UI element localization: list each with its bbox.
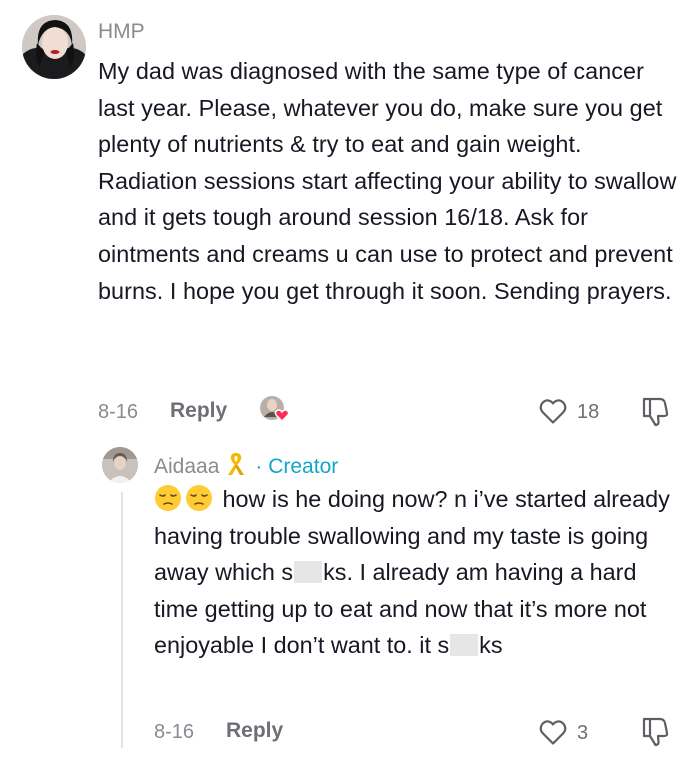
dislike-icon[interactable]: [640, 396, 670, 428]
creator-liked-badge: [258, 393, 292, 427]
like-button[interactable]: [538, 397, 568, 430]
pensive-face-emoji: [185, 484, 213, 512]
reply-avatar[interactable]: [102, 447, 138, 483]
reply-like-button[interactable]: [538, 718, 568, 751]
reply-button[interactable]: Reply: [170, 399, 227, 423]
comment-date: 8-16: [98, 401, 139, 423]
ribbon-icon: [225, 451, 247, 483]
dislike-button[interactable]: [640, 396, 670, 433]
reply-text-part3: ks: [479, 632, 503, 659]
comment-text: My dad was diagnosed with the same type …: [98, 58, 677, 304]
like-count: 18: [577, 401, 600, 423]
reply-like-count: 3: [577, 722, 589, 744]
dislike-icon[interactable]: [640, 716, 670, 748]
creator-label: · Creator: [255, 455, 339, 478]
censor-block: [294, 561, 323, 584]
pensive-face-emoji: [154, 484, 182, 512]
comment-username[interactable]: HMP: [98, 20, 145, 44]
reply-date: 8-16: [154, 721, 195, 743]
heart-outline-icon[interactable]: [538, 718, 568, 746]
avatar[interactable]: [22, 15, 86, 79]
thread-line: [121, 492, 123, 748]
reply-text: how is he doing now? n i’ve started alre…: [154, 481, 684, 664]
reply-reply-button[interactable]: Reply: [226, 719, 283, 743]
censor-block: [450, 634, 479, 657]
creator-liked-heart-icon: [274, 409, 290, 423]
heart-outline-icon[interactable]: [538, 397, 568, 425]
reply-username[interactable]: Aidaaa: [154, 455, 219, 479]
reply-dislike-button[interactable]: [640, 716, 670, 753]
